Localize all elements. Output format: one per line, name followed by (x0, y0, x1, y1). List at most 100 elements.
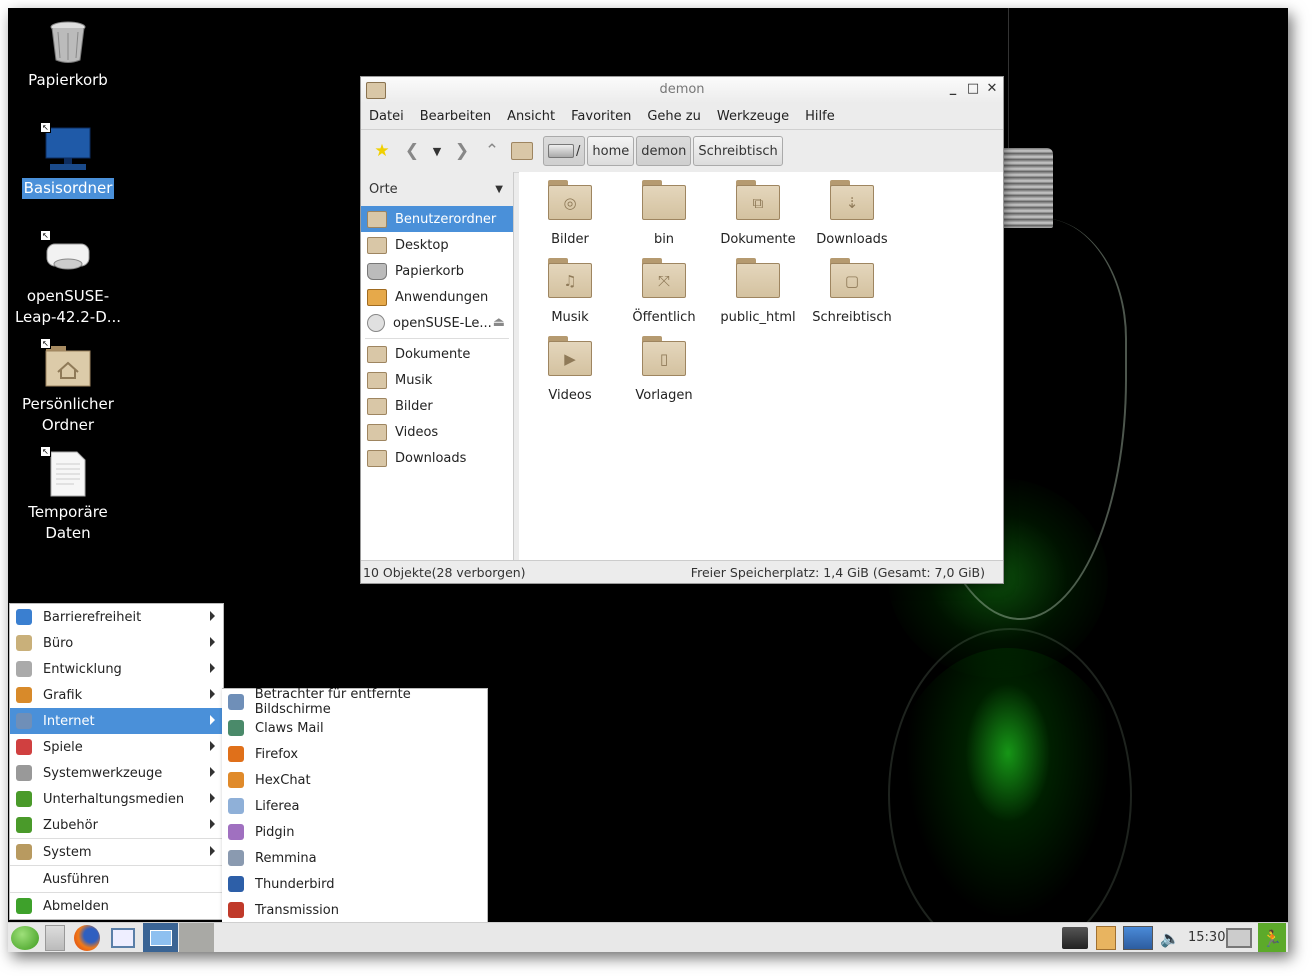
wallpaper-wire (1008, 8, 1009, 148)
chevron-right-icon (210, 689, 215, 699)
wallpaper-reflection-ring (888, 628, 1132, 952)
desktop-icon-label-line1: Persönlicher (22, 395, 114, 413)
screensaver-tray-button[interactable] (1224, 925, 1254, 951)
file-item[interactable]: ♫ Musik (523, 258, 617, 325)
menu-datei[interactable]: Datei (361, 109, 412, 124)
menu-werkzeuge[interactable]: Werkzeuge (709, 109, 797, 124)
maximize-button[interactable]: □ (965, 81, 981, 97)
start-menu-item-barrierefreiheit[interactable]: Barrierefreiheit (10, 604, 223, 630)
menu-hilfe[interactable]: Hilfe (797, 109, 843, 124)
file-item[interactable]: ▢ Schreibtisch (805, 258, 899, 325)
blank-icon (16, 871, 32, 887)
submenu-item-firefox[interactable]: Firefox (222, 741, 487, 767)
sidebar-item-dokumente[interactable]: Dokumente (361, 341, 513, 367)
menu-gehe-zu[interactable]: Gehe zu (639, 109, 709, 124)
start-menu-item-abmelden[interactable]: Abmelden (10, 893, 223, 919)
submenu-item-hexchat[interactable]: HexChat (222, 767, 487, 793)
menu-ansicht[interactable]: Ansicht (499, 109, 563, 124)
chevron-right-icon (210, 715, 215, 725)
menu-favoriten[interactable]: Favoriten (563, 109, 639, 124)
games-icon (16, 739, 32, 755)
network-icon (1062, 927, 1088, 949)
breadcrumb-schreibtisch[interactable]: Schreibtisch (693, 136, 783, 166)
file-item[interactable]: ⇣ Downloads (805, 180, 899, 247)
volume-tray-button[interactable]: 🔈 (1158, 925, 1182, 951)
application-menu-button[interactable] (10, 925, 40, 951)
sidebar-item-desktop[interactable]: Desktop (361, 232, 513, 258)
window-switcher-launcher[interactable] (108, 925, 138, 951)
desktop-icon-basisordner[interactable]: ↖ Basisordner (13, 122, 123, 199)
graphics-icon (16, 687, 32, 703)
desktop-icon-optical-drive[interactable]: ↖ openSUSE- Leap-42.2-D... (13, 230, 123, 328)
folder-icon: ▢ (830, 258, 874, 298)
places-dropdown[interactable]: Orte ▼ (361, 172, 513, 206)
start-menu-item-zubehör[interactable]: Zubehör (10, 812, 223, 838)
trash-icon (367, 262, 387, 280)
forward-button[interactable]: ❯ (447, 136, 477, 166)
start-menu-item-internet[interactable]: Internet (10, 708, 223, 734)
workspace-2[interactable] (179, 923, 214, 952)
submenu-item-pidgin[interactable]: Pidgin (222, 819, 487, 845)
desktop-icon-temp[interactable]: ↖ Temporäre Daten (13, 446, 123, 544)
sidebar-item-benutzerordner[interactable]: Benutzerordner (361, 206, 513, 232)
eject-icon[interactable]: ⏏ (493, 315, 505, 330)
network-tray-button[interactable] (1060, 925, 1090, 951)
file-item[interactable]: ⤧ Öffentlich (617, 258, 711, 325)
up-button[interactable]: ⌃ (477, 136, 507, 166)
history-dropdown-button[interactable]: ▼ (427, 136, 447, 166)
submenu-item-remmina[interactable]: Remmina (222, 845, 487, 871)
submenu-item-transmission[interactable]: Transmission (222, 897, 487, 923)
breadcrumb-demon[interactable]: demon (636, 136, 692, 166)
breadcrumb-home[interactable]: home (587, 136, 635, 166)
sidebar-item-bilder[interactable]: Bilder (361, 393, 513, 419)
close-button[interactable]: ✕ (984, 81, 1000, 97)
submenu-item-betrachter-für-entfernte-bildschirme[interactable]: Betrachter für entfernte Bildschirme (222, 687, 487, 717)
logout-tray-button[interactable]: 🏃 (1258, 923, 1286, 952)
clipboard-tray-button[interactable] (1094, 925, 1118, 951)
sidebar-item-opensuse[interactable]: openSUSE-Le... ⏏ (361, 310, 513, 336)
minimize-button[interactable]: _ (945, 81, 961, 97)
menu-item-label: HexChat (255, 772, 311, 788)
new-tab-button[interactable]: ★ (367, 136, 397, 166)
workspace-1[interactable] (143, 923, 178, 952)
start-menu-item-büro[interactable]: Büro (10, 630, 223, 656)
file-name: Öffentlich (632, 310, 696, 325)
sidebar-item-label: Desktop (395, 237, 449, 253)
clock[interactable]: 15:30 (1188, 930, 1225, 945)
start-menu-item-system[interactable]: System (10, 839, 223, 865)
firefox-launcher[interactable] (72, 925, 102, 951)
firefox-icon (228, 746, 244, 762)
start-menu-item-unterhaltungsmedien[interactable]: Unterhaltungsmedien (10, 786, 223, 812)
start-menu-item-grafik[interactable]: Grafik (10, 682, 223, 708)
sidebar-item-musik[interactable]: Musik (361, 367, 513, 393)
file-item[interactable]: ▶ Videos (523, 336, 617, 403)
network-connections-tray-button[interactable] (1122, 925, 1154, 951)
file-name: Musik (551, 310, 589, 325)
shortcut-arrow-icon: ↖ (40, 122, 51, 133)
sidebar-item-videos[interactable]: Videos (361, 419, 513, 445)
file-item[interactable]: ◎ Bilder (523, 180, 617, 247)
desktop-icon-home[interactable]: ↖ Persönlicher Ordner (13, 338, 123, 436)
home-button[interactable] (507, 136, 537, 166)
sidebar: Orte ▼ Benutzerordner Desktop Papierkorb… (361, 172, 514, 561)
sidebar-item-papierkorb[interactable]: Papierkorb (361, 258, 513, 284)
desktop-icon-trash[interactable]: Papierkorb (13, 18, 123, 91)
back-button[interactable]: ❮ (397, 136, 427, 166)
menu-bearbeiten[interactable]: Bearbeiten (412, 109, 499, 124)
file-item[interactable]: ⧉ Dokumente (711, 180, 805, 247)
file-item[interactable]: public_html (711, 258, 805, 325)
start-menu-item-ausführen[interactable]: Ausführen (10, 866, 223, 892)
sidebar-item-anwendungen[interactable]: Anwendungen (361, 284, 513, 310)
submenu-item-claws-mail[interactable]: Claws Mail (222, 715, 487, 741)
file-item[interactable]: bin (617, 180, 711, 247)
file-manager-launcher[interactable] (44, 925, 66, 951)
sidebar-item-downloads[interactable]: Downloads (361, 445, 513, 471)
start-menu-item-spiele[interactable]: Spiele (10, 734, 223, 760)
breadcrumb-root[interactable]: / (543, 136, 586, 166)
start-menu-item-entwicklung[interactable]: Entwicklung (10, 656, 223, 682)
start-menu-item-systemwerkzeuge[interactable]: Systemwerkzeuge (10, 760, 223, 786)
file-item[interactable]: ▯ Vorlagen (617, 336, 711, 403)
title-bar[interactable]: demon _ □ ✕ (361, 77, 1003, 103)
submenu-item-liferea[interactable]: Liferea (222, 793, 487, 819)
submenu-item-thunderbird[interactable]: Thunderbird (222, 871, 487, 897)
